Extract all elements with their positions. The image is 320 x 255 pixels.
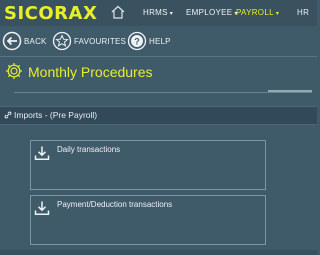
daily-transactions-card[interactable]: Daily transactions (30, 140, 266, 190)
nav-payroll[interactable]: PAYROLL ▾ (236, 8, 279, 17)
help-label: HELP (149, 36, 171, 46)
section-title: Imports - (Pre Payroll) (14, 110, 98, 120)
nav-payroll-label: PAYROLL (236, 8, 274, 17)
chevron-down-icon: ▾ (275, 11, 280, 17)
link-icon (4, 111, 12, 119)
top-navbar: SICORAX HRMS ▾ EMPLOYEE ▾ PAYROLL ▾ HR (0, 0, 317, 26)
chevron-down-icon: ▾ (169, 11, 174, 17)
nav-hr-label: HR (297, 8, 310, 17)
download-icon (34, 146, 50, 160)
title-underline (14, 92, 312, 93)
payment-deduction-transactions-card[interactable]: Payment/Deduction transactions (30, 195, 266, 245)
brand-logo[interactable]: SICORAX (4, 3, 97, 24)
star-icon (52, 31, 72, 51)
back-arrow-icon (2, 31, 22, 51)
card-label: Daily transactions (57, 145, 121, 154)
favourites-label: FAVOURITES (74, 36, 127, 46)
nav-employee-label: EMPLOYEE (186, 8, 233, 17)
gear-icon (6, 63, 22, 79)
back-button[interactable]: BACK (2, 31, 47, 51)
card-label: Payment/Deduction transactions (57, 200, 173, 209)
home-icon[interactable] (110, 4, 126, 20)
favourites-button[interactable]: FAVOURITES (52, 31, 126, 51)
section-header[interactable]: Imports - (Pre Payroll) (0, 106, 317, 125)
title-underline-accent (268, 90, 312, 92)
help-button[interactable]: ? HELP (127, 31, 171, 51)
page-title: Monthly Procedures (28, 64, 153, 80)
download-icon (34, 201, 50, 215)
svg-text:?: ? (134, 36, 140, 46)
nav-employee[interactable]: EMPLOYEE ▾ (186, 8, 238, 17)
nav-hrms-label: HRMS (143, 8, 168, 17)
action-bar: BACK FAVOURITES ? HELP (0, 26, 317, 56)
divider (0, 56, 317, 57)
back-label: BACK (24, 36, 47, 46)
nav-hrms[interactable]: HRMS ▾ (143, 8, 173, 17)
page-header: Monthly Procedures (0, 58, 317, 88)
bottom-edge (0, 250, 317, 255)
help-icon: ? (127, 31, 147, 51)
nav-hr[interactable]: HR (297, 8, 309, 17)
